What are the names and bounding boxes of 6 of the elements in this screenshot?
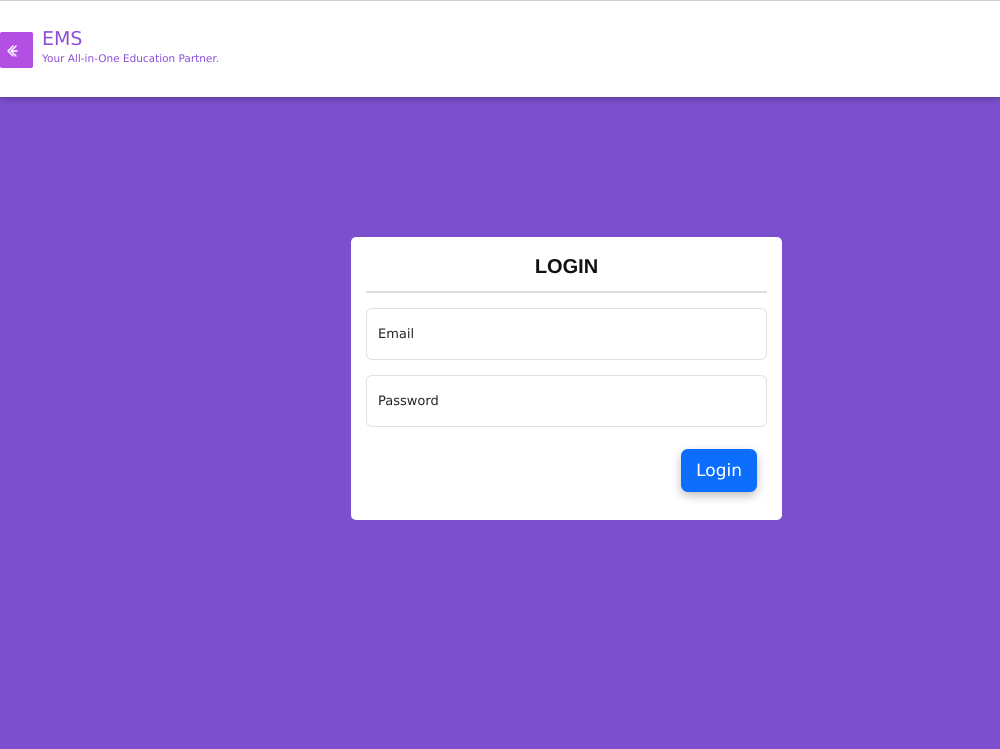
brand-name: EMS <box>42 28 84 50</box>
login-button[interactable]: Login <box>681 449 757 492</box>
brand-tagline: Your All-in-One Education Partner. <box>42 53 220 66</box>
password-field[interactable]: Password <box>366 375 767 427</box>
email-field[interactable]: Email <box>366 308 767 360</box>
login-title: LOGIN <box>534 255 598 280</box>
